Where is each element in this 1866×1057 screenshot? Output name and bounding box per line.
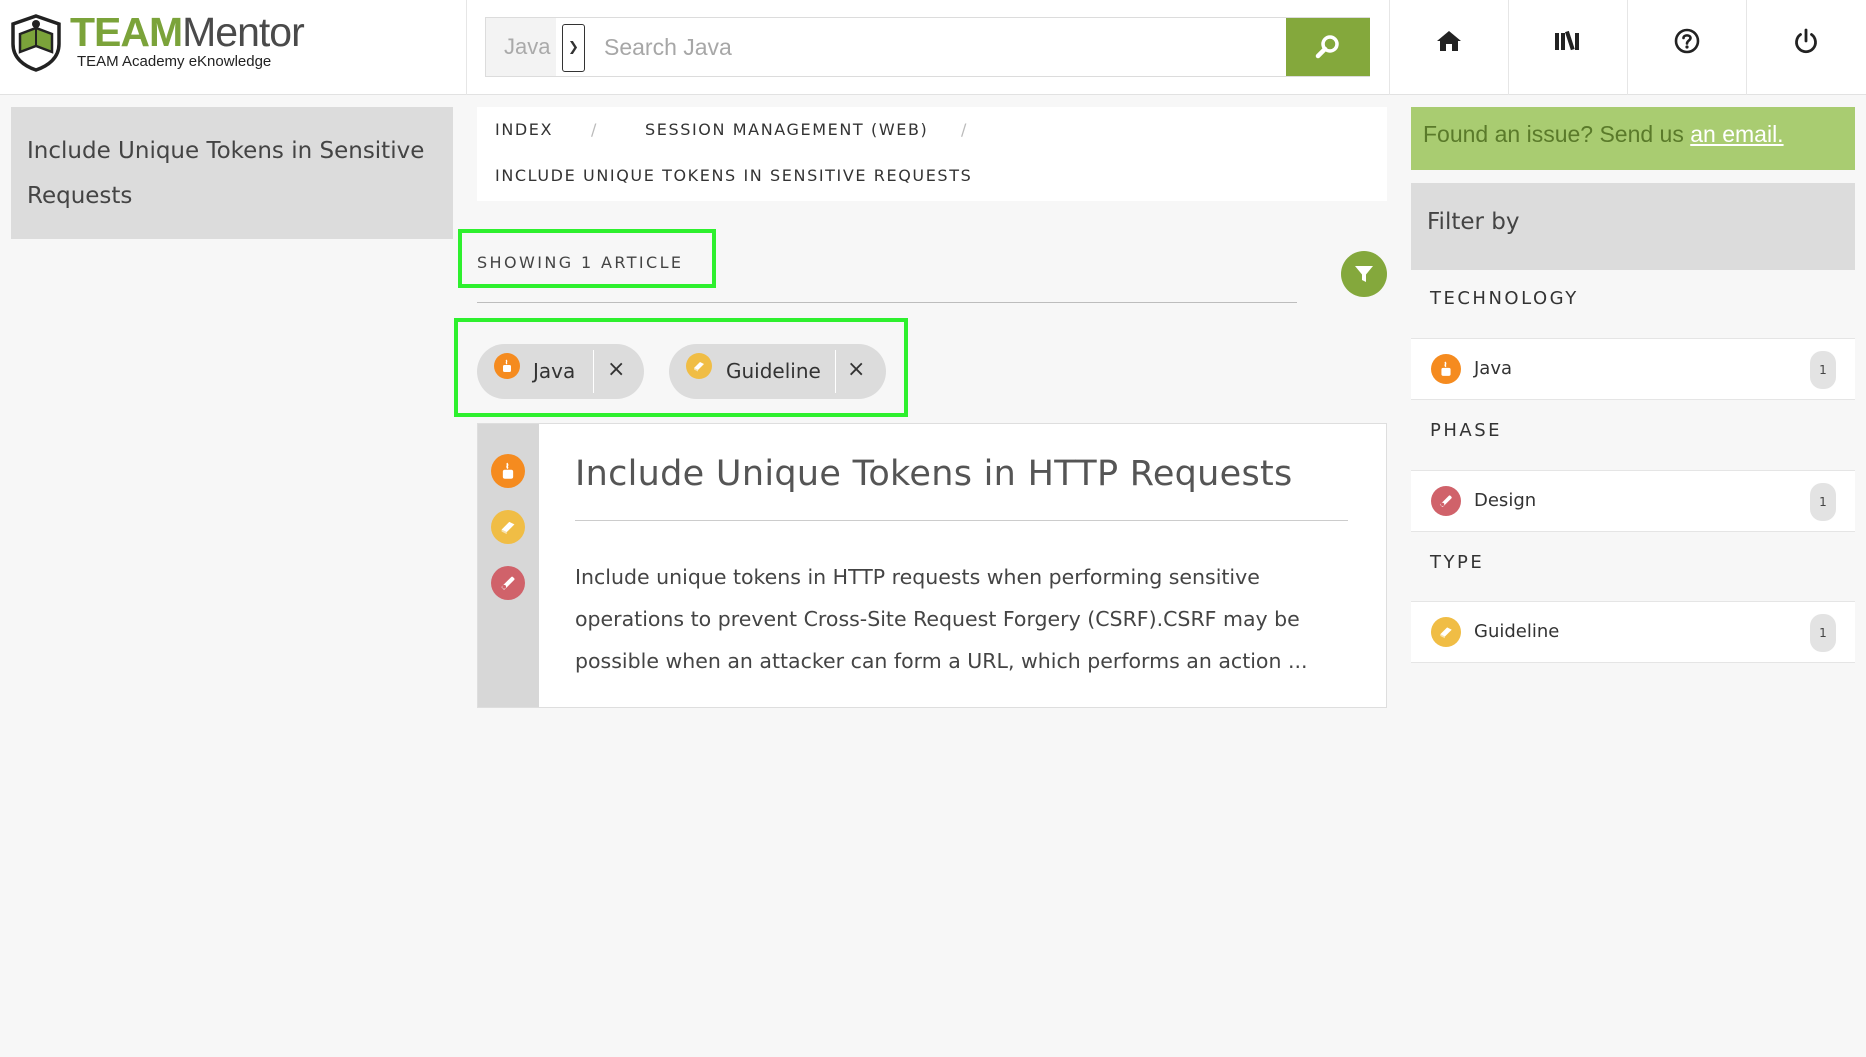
library-icon xyxy=(1555,30,1579,50)
active-filter-java: Java × xyxy=(477,344,644,399)
library-button[interactable] xyxy=(1508,0,1627,95)
report-issue-banner: Found an issue? Send us an email. xyxy=(1411,107,1855,170)
highlight-box-results-count xyxy=(458,229,716,288)
breadcrumb: INDEX / SESSION MANAGEMENT (WEB) / INCLU… xyxy=(477,107,1387,201)
email-link[interactable]: an email. xyxy=(1690,121,1783,147)
search-input[interactable] xyxy=(590,18,1270,76)
article-summary-line: Include unique tokens in HTTP requests w… xyxy=(575,565,1260,589)
logout-button[interactable] xyxy=(1746,0,1865,95)
search-bar: Java ❯ xyxy=(485,17,1370,77)
breadcrumb-separator: / xyxy=(591,120,598,139)
article-card[interactable]: Include Unique Tokens in HTTP Requests I… xyxy=(477,423,1387,708)
filter-section-type: TYPE xyxy=(1430,552,1485,573)
facet-count-badge: 1 xyxy=(1810,483,1836,521)
java-icon xyxy=(1431,354,1461,384)
panel-title-line-1: Include Unique Tokens in Sensitive xyxy=(27,138,425,164)
facet-type-guideline[interactable]: Guideline 1 xyxy=(1411,601,1855,663)
article-title[interactable]: Include Unique Tokens in HTTP Requests xyxy=(575,454,1293,494)
article-title-panel: Include Unique Tokens in Sensitive Reque… xyxy=(11,107,453,239)
search-icon xyxy=(1315,35,1339,59)
filter-chip-label: Guideline xyxy=(726,359,821,383)
design-icon xyxy=(491,566,525,600)
breadcrumb-current[interactable]: INCLUDE UNIQUE TOKENS IN SENSITIVE REQUE… xyxy=(495,166,972,185)
breadcrumb-session-management[interactable]: SESSION MANAGEMENT (WEB) xyxy=(645,120,928,139)
brand-subtitle: TEAM Academy eKnowledge xyxy=(77,53,272,70)
facet-label: Design xyxy=(1474,490,1537,511)
chip-divider xyxy=(835,350,836,393)
facet-count-badge: 1 xyxy=(1810,614,1836,652)
article-summary-line: possible when an attacker can form a URL… xyxy=(575,649,1308,673)
facet-count-badge: 1 xyxy=(1810,351,1836,389)
filter-section-phase: PHASE xyxy=(1430,420,1503,441)
filter-by-header: Filter by xyxy=(1411,183,1855,270)
technology-select[interactable]: Java xyxy=(486,18,556,76)
java-icon xyxy=(491,454,525,488)
guideline-icon xyxy=(686,353,712,379)
facet-label: Guideline xyxy=(1474,621,1560,642)
brand-logo[interactable]: TEAMMentor TEAM Academy eKnowledge xyxy=(0,0,467,95)
home-button[interactable] xyxy=(1389,0,1508,95)
facet-label: Java xyxy=(1474,358,1513,379)
filter-chip-label: Java xyxy=(533,359,576,383)
design-icon xyxy=(1431,486,1461,516)
chevron-down-icon[interactable]: ❯ xyxy=(562,24,585,72)
article-title-divider xyxy=(575,520,1348,521)
article-summary: Include unique tokens in HTTP requests w… xyxy=(575,556,1355,682)
brand-title-mentor: Mentor xyxy=(182,9,305,55)
home-icon xyxy=(1437,30,1461,51)
help-icon xyxy=(1674,28,1700,53)
power-icon xyxy=(1795,28,1817,53)
close-icon[interactable]: × xyxy=(607,356,625,384)
panel-title-line-2: Requests xyxy=(27,183,133,209)
search-button[interactable] xyxy=(1286,18,1370,76)
results-divider xyxy=(477,302,1297,303)
filter-section-technology: TECHNOLOGY xyxy=(1430,288,1579,309)
breadcrumb-index[interactable]: INDEX xyxy=(495,120,553,139)
guideline-icon xyxy=(1431,617,1461,647)
article-card-sidebar xyxy=(478,424,539,707)
close-icon[interactable]: × xyxy=(847,356,865,384)
facet-technology-java[interactable]: Java 1 xyxy=(1411,338,1855,400)
top-header: TEAMMentor TEAM Academy eKnowledge Java … xyxy=(0,0,1866,95)
brand-title-team: TEAM xyxy=(70,9,183,55)
breadcrumb-separator: / xyxy=(961,120,968,139)
chip-divider xyxy=(593,350,594,393)
guideline-icon xyxy=(491,510,525,544)
java-icon xyxy=(494,353,520,379)
funnel-icon xyxy=(1355,266,1373,282)
help-button[interactable] xyxy=(1627,0,1746,95)
filter-toggle-button[interactable] xyxy=(1341,251,1387,297)
active-filter-guideline: Guideline × xyxy=(669,344,886,399)
brand-title: TEAMMentor xyxy=(70,9,305,55)
report-issue-text: Found an issue? Send us xyxy=(1423,121,1691,147)
facet-phase-design[interactable]: Design 1 xyxy=(1411,470,1855,532)
team-mentor-logo-icon xyxy=(11,14,61,72)
article-summary-line: operations to prevent Cross-Site Request… xyxy=(575,607,1300,631)
